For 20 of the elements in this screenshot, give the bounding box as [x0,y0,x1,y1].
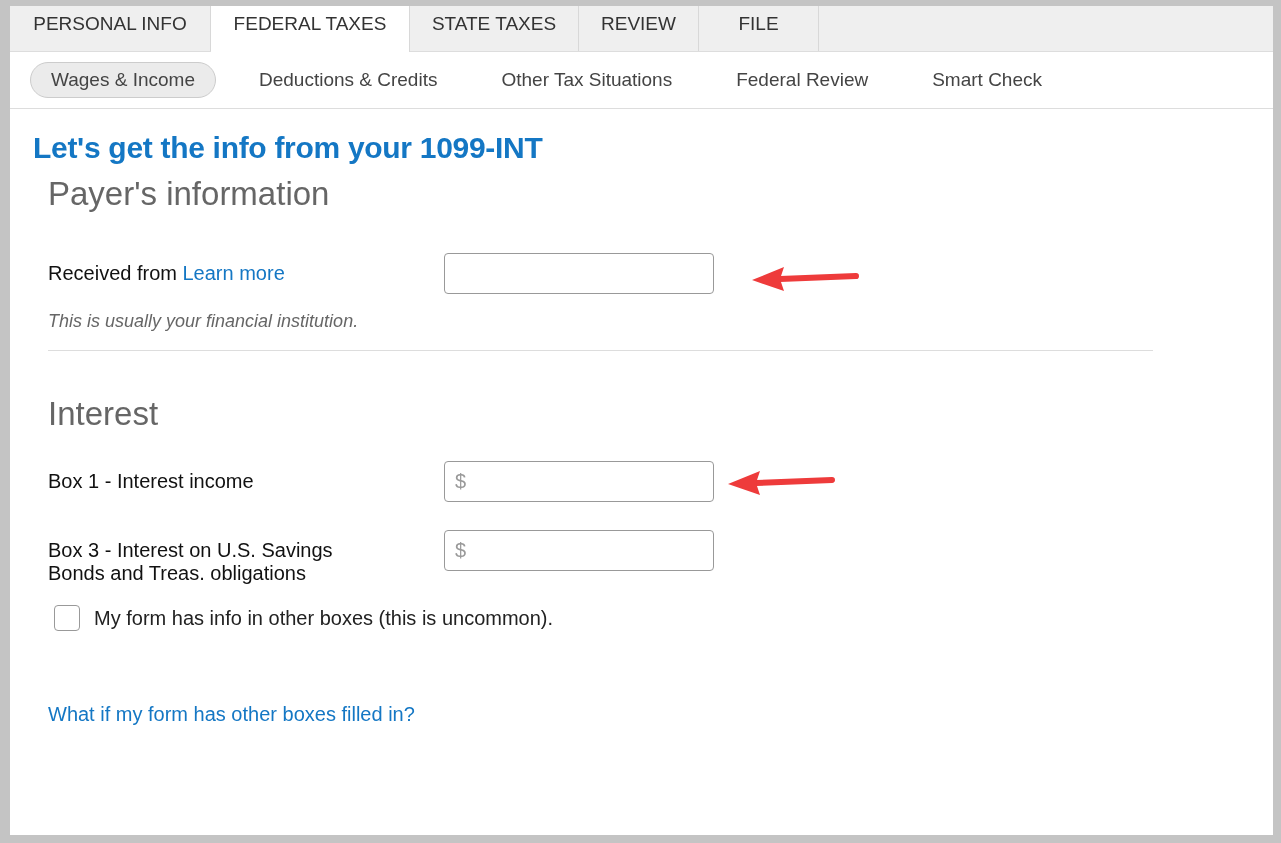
page-title: Let's get the info from your 1099-INT [33,131,544,165]
learn-more-link[interactable]: Learn more [182,262,285,284]
main-tab[interactable]: FEDERAL TAXES [211,6,410,52]
sub-tab[interactable]: Federal Review [715,62,890,98]
checkbox[interactable] [54,605,80,631]
field-label: Received from [48,262,177,284]
sub-tab[interactable]: Wages & Income [30,62,216,98]
help-link[interactable]: What if my form has other boxes filled in? [48,703,415,726]
sub-tab[interactable]: Smart Check [911,62,1063,98]
section-heading: Interest [48,395,160,433]
field-label: Box 3 - Interest on U.S. Savings Bonds and Treas. obligations [48,538,334,585]
amount-input[interactable]: $ [444,530,714,571]
sub-tab[interactable]: Other Tax Situations [480,62,694,98]
field-label: Box 1 - Interest income [48,469,255,493]
sub-tab[interactable]: Deductions & Credits [237,62,459,98]
amount-input[interactable]: $ [444,461,714,502]
section-heading: Payer's information [48,175,331,213]
checkbox-label: My form has info in other boxes (this is uncommon). [94,606,554,630]
text-input[interactable] [444,253,714,294]
hint-text: This is usually your financial institution. [48,311,360,332]
